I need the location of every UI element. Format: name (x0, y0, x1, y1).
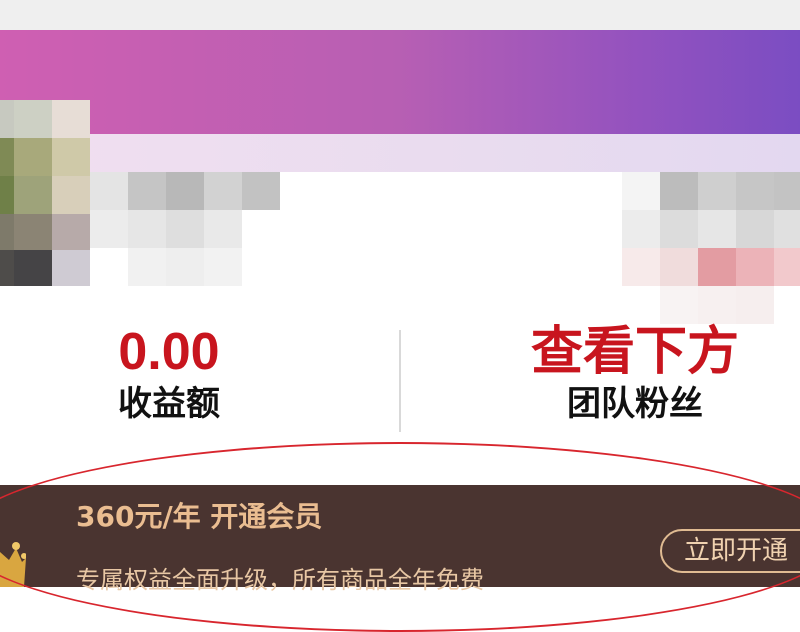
avatar-pixel (0, 138, 14, 176)
avatar-pixel (14, 176, 52, 214)
avatar-pixel (52, 100, 90, 138)
name-pixel (166, 210, 204, 248)
name-pixel (204, 248, 242, 286)
badge-pixel (736, 172, 774, 210)
avatar-pixel (52, 138, 90, 176)
name-pixel (128, 248, 166, 286)
open-membership-button[interactable]: 立即开通 (660, 529, 800, 573)
earnings-label: 收益额 (118, 384, 220, 424)
avatar-pixel (52, 176, 90, 214)
team-fans-value: 查看下方 (530, 322, 739, 382)
badge-pixel (660, 248, 698, 286)
badge-pixel (698, 210, 736, 248)
avatar-pixel (0, 100, 14, 138)
avatar-pixel (14, 250, 52, 286)
badge-pixel (698, 172, 736, 210)
earnings-stat[interactable]: 0.00 收益额 (84, 320, 254, 424)
name-pixel (166, 172, 204, 210)
avatar-pixel (0, 176, 14, 214)
badge-pixel (774, 210, 800, 248)
badge-pixel (698, 248, 736, 286)
badge-pixel (622, 248, 660, 286)
membership-subtitle: 专属权益全面升级，所有商品全年免费 (76, 566, 484, 594)
name-pixel (128, 210, 166, 248)
avatar-pixel (0, 250, 14, 286)
name-pixel (90, 210, 128, 248)
avatar-pixel (14, 100, 52, 138)
name-pixel (204, 172, 242, 210)
badge-pixel (698, 286, 736, 324)
badge-pixel (660, 210, 698, 248)
crown-icon (0, 542, 26, 587)
team-fans-stat[interactable]: 查看下方 团队粉丝 (505, 320, 765, 424)
badge-pixel (660, 286, 698, 324)
name-pixel (166, 248, 204, 286)
badge-pixel (774, 248, 800, 286)
top-strip (0, 0, 800, 30)
badge-pixel (736, 286, 774, 324)
membership-title: 360元/年 开通会员 (76, 500, 323, 533)
membership-card[interactable]: 360元/年 开通会员 专属权益全面升级，所有商品全年免费 立即开通 (0, 485, 800, 594)
badge-pixel (622, 210, 660, 248)
badge-pixel (774, 172, 800, 210)
badge-pixel (622, 172, 660, 210)
avatar-pixel (14, 214, 52, 250)
name-pixel (242, 172, 280, 210)
badge-pixel (736, 210, 774, 248)
badge-pixel (660, 172, 698, 210)
avatar-pixel (52, 214, 90, 250)
badge-pixel (736, 248, 774, 286)
avatar-pixel (52, 250, 90, 286)
name-pixel (128, 172, 166, 210)
avatar-pixel (0, 214, 14, 250)
header-banner-fade (0, 134, 800, 172)
earnings-value: 0.00 (118, 323, 220, 381)
name-pixel (204, 210, 242, 248)
header-banner (0, 30, 800, 134)
avatar-pixel (14, 138, 52, 176)
name-pixel (90, 172, 128, 210)
stats-divider (399, 330, 401, 432)
team-fans-label: 团队粉丝 (567, 384, 703, 424)
